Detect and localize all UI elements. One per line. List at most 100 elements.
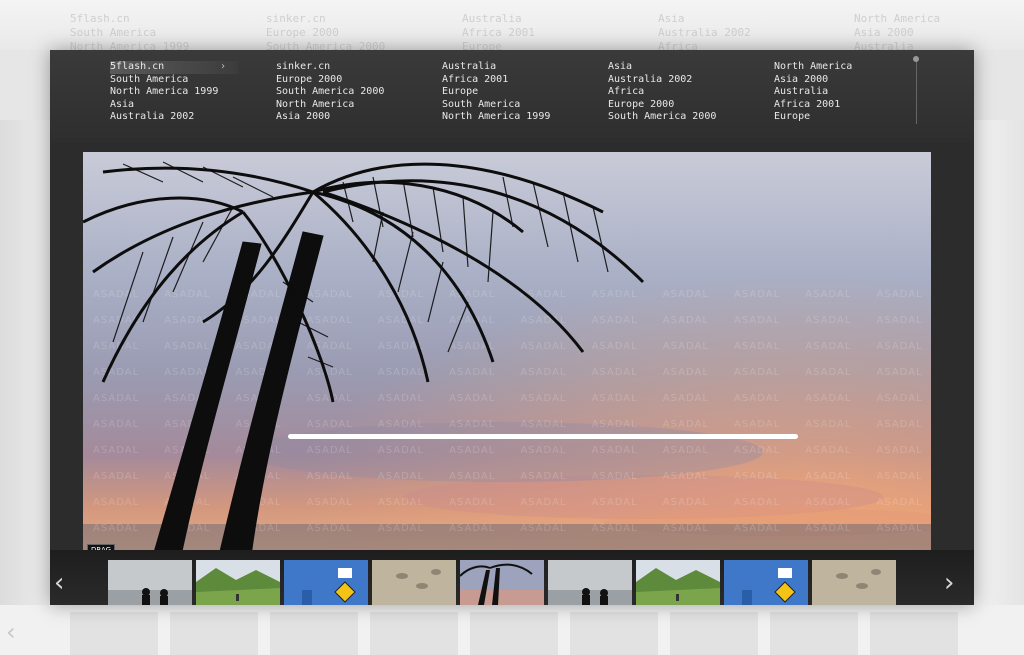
- menu-item[interactable]: North America: [774, 61, 852, 74]
- thumbnail[interactable]: [548, 560, 632, 605]
- ghost-thumb: [370, 612, 458, 655]
- thumb-green-hills-image: [196, 560, 280, 605]
- ghost-menu-col-2: sinker.cn Europe 2000 South America 2000: [266, 12, 385, 54]
- ghost-menu-col-4: Asia Australia 2002 Africa: [658, 12, 751, 54]
- menu-item-label: South America: [110, 73, 189, 85]
- ghost-menu-item: Australia: [462, 12, 522, 25]
- ghost-thumb: [770, 612, 858, 655]
- menu-item[interactable]: Australia: [442, 61, 550, 74]
- menu-column-5: North America Asia 2000 Australia Africa 20…: [774, 61, 852, 124]
- menu-column-3: Australia Africa 2001 Europe South America N…: [442, 61, 550, 124]
- thumb-green-hills-image: [636, 560, 720, 605]
- thumbnail-strip: [50, 550, 974, 605]
- menu-item[interactable]: Europe 2000: [276, 74, 384, 87]
- thumb-sign-blue-sky-image: [284, 560, 368, 605]
- menu-item-label: Africa 2001: [774, 98, 841, 110]
- category-menu: 5flash.cn › South America North America 199…: [50, 50, 974, 142]
- menu-item-label: South America 2000: [276, 86, 385, 97]
- menu-item[interactable]: Europe 2000: [608, 99, 716, 112]
- menu-item-label: Asia: [608, 61, 633, 72]
- thumb-sand-footprints-image: [812, 560, 896, 605]
- palm-tree-silhouette: [83, 161, 645, 556]
- ghost-thumb: [270, 612, 358, 655]
- menu-item[interactable]: Africa 2001: [442, 74, 550, 87]
- ghost-thumb: [170, 612, 258, 655]
- menu-item[interactable]: South America: [110, 74, 238, 87]
- ghost-thumb: [670, 612, 758, 655]
- background-ghost-left: [0, 120, 50, 605]
- next-arrow-icon[interactable]: ›: [944, 568, 954, 598]
- loading-progress-bar: [288, 434, 798, 439]
- menu-item[interactable]: Asia 2000: [276, 111, 384, 124]
- menu-item[interactable]: Australia: [774, 86, 852, 99]
- thumbnail[interactable]: [460, 560, 544, 605]
- menu-item-label: North America: [276, 98, 355, 110]
- menu-item-label: Asia 2000: [276, 111, 331, 122]
- menu-item-label: Australia: [774, 86, 829, 97]
- ghost-menu-col-1: 5flash.cn South America North America 1999: [70, 12, 189, 54]
- menu-item-label: Europe 2000: [276, 73, 343, 85]
- menu-item-label: Asia: [110, 98, 135, 110]
- menu-item-label: South America: [442, 98, 521, 110]
- menu-scroll-knob[interactable]: [913, 56, 919, 62]
- menu-item-label: Australia 2002: [110, 111, 195, 122]
- main-photo: ASADAL ASADAL ASADAL ASADAL ASADAL ASADA…: [83, 152, 931, 556]
- menu-scrollbar[interactable]: [916, 60, 917, 124]
- menu-item[interactable]: Asia 2000: [774, 74, 852, 87]
- ghost-menu-col-5: North America Asia 2000 Australia: [854, 12, 940, 54]
- menu-item[interactable]: Africa 2001: [774, 99, 852, 112]
- menu-item[interactable]: Asia: [110, 99, 238, 112]
- ghost-thumb: [570, 612, 658, 655]
- thumbnail[interactable]: [636, 560, 720, 605]
- ghost-menu-item: sinker.cn: [266, 12, 326, 25]
- menu-item-label: Asia 2000: [774, 73, 829, 85]
- ghost-menu-item: North America: [854, 12, 941, 25]
- thumbnail[interactable]: [372, 560, 456, 605]
- chevron-right-icon: ›: [219, 61, 226, 72]
- menu-item[interactable]: 5flash.cn ›: [110, 61, 238, 74]
- menu-item[interactable]: Europe: [442, 86, 550, 99]
- ghost-thumb: [470, 612, 558, 655]
- ghost-menu-item: South America: [70, 26, 157, 39]
- menu-item-label: North America 1999: [442, 111, 551, 122]
- menu-item[interactable]: Asia: [608, 61, 716, 74]
- menu-item[interactable]: North America 1999: [110, 86, 238, 99]
- menu-item[interactable]: South America: [442, 99, 550, 112]
- menu-item[interactable]: Australia 2002: [110, 111, 238, 124]
- menu-item[interactable]: North America 1999: [442, 111, 550, 124]
- menu-item[interactable]: South America 2000: [276, 86, 384, 99]
- menu-item-label: Africa: [608, 86, 645, 97]
- prev-arrow-icon[interactable]: ‹: [54, 568, 64, 598]
- background-ghost-menu: 5flash.cn South America North America 1999…: [0, 0, 1024, 53]
- thumb-silhouettes-image: [548, 560, 632, 605]
- thumbnail[interactable]: [108, 560, 192, 605]
- ghost-menu-item: Europe 2000: [266, 26, 339, 39]
- thumb-palm-sunset-image: [460, 560, 544, 605]
- menu-item[interactable]: Australia 2002: [608, 74, 716, 87]
- thumbnail[interactable]: [812, 560, 896, 605]
- ghost-menu-item: 5flash.cn: [70, 12, 130, 25]
- menu-item[interactable]: North America: [276, 99, 384, 112]
- gallery-window: 5flash.cn › South America North America 199…: [50, 50, 974, 605]
- thumbnail[interactable]: [284, 560, 368, 605]
- ghost-thumb: [70, 612, 158, 655]
- menu-column-4: Asia Australia 2002 Africa Europe 2000 South…: [608, 61, 716, 124]
- menu-item[interactable]: South America 2000: [608, 111, 716, 124]
- ghost-menu-item: Asia: [658, 12, 685, 25]
- menu-item-label: 5flash.cn: [110, 61, 165, 72]
- menu-item[interactable]: Europe: [774, 111, 852, 124]
- menu-item[interactable]: Africa: [608, 86, 716, 99]
- ghost-menu-item: Africa 2001: [462, 26, 535, 39]
- background-ghost-right: [974, 120, 1024, 605]
- menu-item-label: Africa 2001: [442, 73, 509, 85]
- menu-item-label: North America: [774, 61, 853, 72]
- menu-item[interactable]: sinker.cn: [276, 61, 384, 74]
- thumb-silhouettes-image: [108, 560, 192, 605]
- thumb-sign-blue-sky-image: [724, 560, 808, 605]
- menu-column-2: sinker.cn Europe 2000 South America 2000 No…: [276, 61, 384, 124]
- thumbnail[interactable]: [196, 560, 280, 605]
- menu-column-1: 5flash.cn › South America North America 199…: [110, 61, 238, 124]
- ghost-prev-arrow-icon: ‹: [6, 618, 16, 646]
- thumbnail[interactable]: [724, 560, 808, 605]
- ghost-menu-item: Asia 2000: [854, 26, 914, 39]
